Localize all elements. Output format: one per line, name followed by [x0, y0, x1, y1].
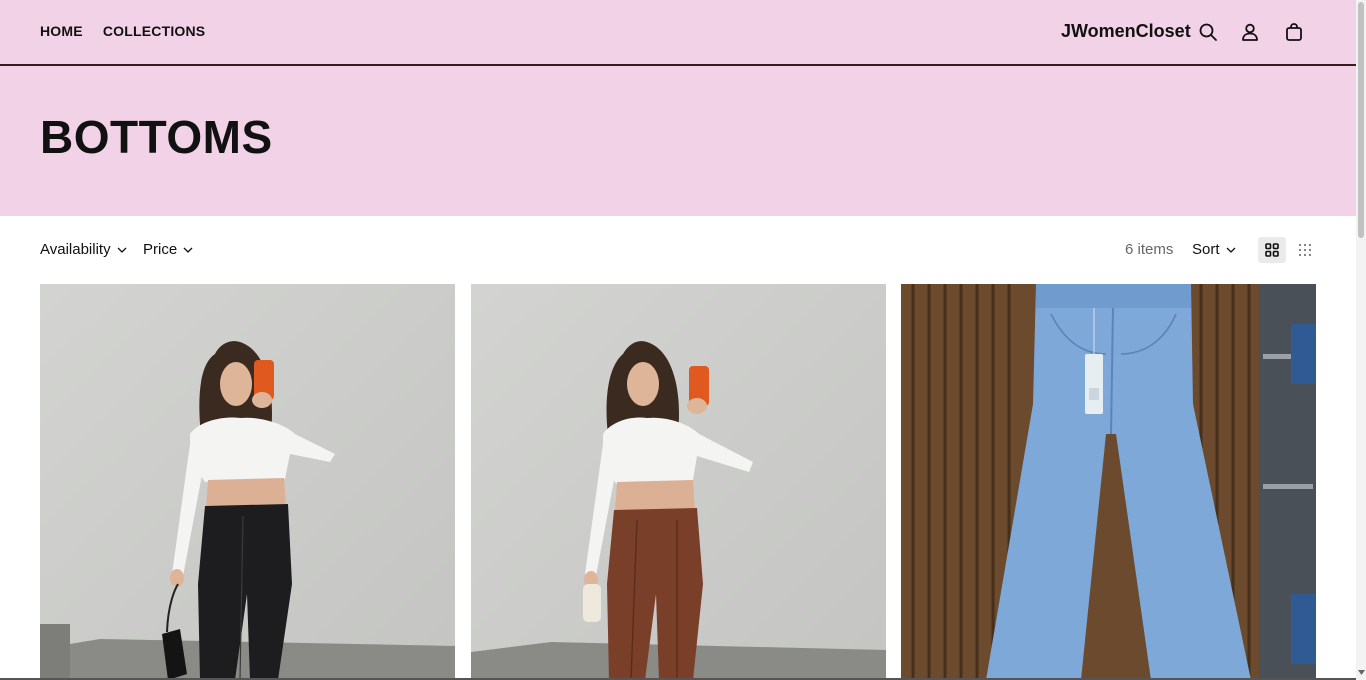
cart-icon[interactable] — [1282, 20, 1306, 44]
chevron-down-icon — [183, 247, 193, 253]
chevron-down-icon — [1226, 247, 1235, 253]
nav-home-link[interactable]: HOME — [40, 23, 83, 39]
page: HOME COLLECTIONS JWomenCloset BOTTOMS Av… — [0, 0, 1356, 680]
search-icon[interactable] — [1196, 20, 1220, 44]
grid-large-icon[interactable] — [1258, 237, 1286, 263]
account-icon[interactable] — [1238, 20, 1262, 44]
filter-availability-label: Availability — [40, 241, 111, 258]
sort-label: Sort — [1192, 241, 1220, 258]
collection-hero: BOTTOMS — [0, 66, 1356, 216]
product-count: 6 items — [1125, 241, 1174, 258]
grid-small-icon[interactable] — [1291, 237, 1319, 263]
filter-price[interactable]: Price — [143, 241, 193, 258]
nav-collections-link[interactable]: COLLECTIONS — [103, 23, 206, 39]
product-card[interactable] — [40, 284, 455, 680]
product-image — [471, 284, 886, 680]
filter-price-label: Price — [143, 241, 178, 258]
sort-dropdown[interactable]: Sort — [1192, 241, 1236, 258]
collection-toolbar: Availability Price 6 items Sort — [0, 216, 1356, 284]
product-image — [40, 284, 455, 680]
product-card[interactable] — [471, 284, 886, 680]
chevron-down-icon — [117, 247, 127, 253]
product-grid — [40, 284, 1316, 680]
filter-availability[interactable]: Availability — [40, 241, 127, 258]
product-card[interactable] — [901, 284, 1316, 680]
main-nav: HOME COLLECTIONS — [40, 23, 205, 39]
page-title: BOTTOMS — [40, 111, 273, 163]
brand-logo[interactable]: JWomenCloset — [1061, 21, 1191, 42]
site-header: HOME COLLECTIONS JWomenCloset — [0, 0, 1356, 66]
scroll-down-arrow-icon[interactable] — [1357, 668, 1365, 676]
scrollbar-thumb[interactable] — [1358, 2, 1364, 238]
vertical-scrollbar[interactable] — [1356, 0, 1366, 680]
product-image — [901, 284, 1316, 680]
